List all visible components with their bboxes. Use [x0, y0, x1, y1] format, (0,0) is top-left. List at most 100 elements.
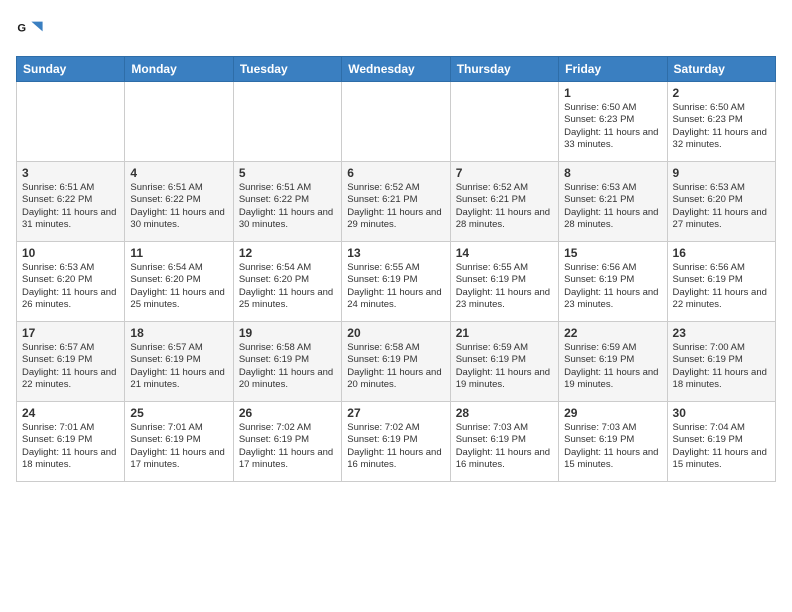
calendar-cell: 1Sunrise: 6:50 AMSunset: 6:23 PMDaylight… [559, 82, 667, 162]
calendar-cell [17, 82, 125, 162]
calendar-cell: 28 Sunrise: 7:03 AMSunset: 6:19 PMDayligh… [450, 402, 558, 482]
day-number: 23 [673, 326, 770, 340]
day-info: Sunrise: 6:53 AM [564, 182, 661, 194]
day-info: Daylight: 11 hours and 20 minutes. [347, 367, 444, 392]
day-number: 11 [130, 246, 227, 260]
calendar-header-tuesday: Tuesday [233, 57, 341, 82]
day-info: Daylight: 11 hours and 30 minutes. [130, 207, 227, 232]
day-number: 18 [130, 326, 227, 340]
day-info: Daylight: 11 hours and 24 minutes. [347, 287, 444, 312]
day-info: Daylight: 11 hours and 20 minutes. [239, 367, 336, 392]
day-number: 25 [130, 406, 227, 420]
calendar-cell: 26Sunrise: 7:02 AMSunset: 6:19 PMDayligh… [233, 402, 341, 482]
calendar-cell: 11Sunrise: 6:54 AMSunset: 6:20 PMDayligh… [125, 242, 233, 322]
day-info: Sunset: 6:20 PM [130, 274, 227, 286]
calendar-cell: 20Sunrise: 6:58 AMSunset: 6:19 PMDayligh… [342, 322, 450, 402]
day-number: 4 [130, 166, 227, 180]
day-info: Sunset: 6:19 PM [456, 434, 553, 446]
day-info: Daylight: 11 hours and 17 minutes. [239, 447, 336, 472]
day-number: 13 [347, 246, 444, 260]
day-info: Sunrise: 7:00 AM [673, 342, 770, 354]
day-info: Daylight: 11 hours and 17 minutes. [130, 447, 227, 472]
day-info: Daylight: 11 hours and 28 minutes. [456, 207, 553, 232]
day-info: Sunrise: 6:58 AM [239, 342, 336, 354]
calendar-week-row: 1Sunrise: 6:50 AMSunset: 6:23 PMDaylight… [17, 82, 776, 162]
day-info: Sunset: 6:19 PM [673, 354, 770, 366]
page-header: G [16, 16, 776, 44]
day-info: Sunrise: 6:53 AM [22, 262, 119, 274]
day-info: Daylight: 11 hours and 15 minutes. [673, 447, 770, 472]
day-info: Sunrise: 7:03 AM [564, 422, 661, 434]
day-info: Daylight: 11 hours and 22 minutes. [22, 367, 119, 392]
calendar-cell: 2Sunrise: 6:50 AMSunset: 6:23 PMDaylight… [667, 82, 775, 162]
day-info: Daylight: 11 hours and 25 minutes. [239, 287, 336, 312]
day-info: Sunset: 6:19 PM [130, 354, 227, 366]
calendar-cell: 3Sunrise: 6:51 AMSunset: 6:22 PMDaylight… [17, 162, 125, 242]
day-info: Sunset: 6:22 PM [239, 194, 336, 206]
calendar-header-saturday: Saturday [667, 57, 775, 82]
day-info: Daylight: 11 hours and 22 minutes. [673, 287, 770, 312]
day-info: Sunrise: 6:53 AM [673, 182, 770, 194]
day-info: Sunrise: 7:01 AM [130, 422, 227, 434]
day-info: Sunset: 6:19 PM [456, 274, 553, 286]
day-number: 12 [239, 246, 336, 260]
day-info: Sunset: 6:19 PM [239, 434, 336, 446]
calendar-cell: 24Sunrise: 7:01 AMSunset: 6:19 PMDayligh… [17, 402, 125, 482]
day-info: Sunset: 6:20 PM [22, 274, 119, 286]
calendar-cell: 22Sunrise: 6:59 AMSunset: 6:19 PMDayligh… [559, 322, 667, 402]
day-info: Sunrise: 7:03 AM [456, 422, 553, 434]
day-info: Sunrise: 6:55 AM [347, 262, 444, 274]
day-info: Sunrise: 6:52 AM [347, 182, 444, 194]
day-info: Sunrise: 6:52 AM [456, 182, 553, 194]
day-info: Sunset: 6:19 PM [130, 434, 227, 446]
day-info: Sunset: 6:19 PM [673, 274, 770, 286]
day-number: 14 [456, 246, 553, 260]
calendar-cell: 16Sunrise: 6:56 AMSunset: 6:19 PMDayligh… [667, 242, 775, 322]
day-number: 3 [22, 166, 119, 180]
calendar-header-sunday: Sunday [17, 57, 125, 82]
day-info: Sunset: 6:19 PM [347, 354, 444, 366]
day-number: 1 [564, 86, 661, 100]
day-number: 19 [239, 326, 336, 340]
day-info: Daylight: 11 hours and 15 minutes. [564, 447, 661, 472]
day-number: 10 [22, 246, 119, 260]
calendar-cell: 29Sunrise: 7:03 AMSunset: 6:19 PMDayligh… [559, 402, 667, 482]
logo: G [16, 16, 48, 44]
day-number: 21 [456, 326, 553, 340]
day-info: Daylight: 11 hours and 33 minutes. [564, 127, 661, 152]
day-info: Sunrise: 6:55 AM [456, 262, 553, 274]
day-number: 28 [456, 406, 553, 420]
day-info: Sunrise: 6:57 AM [130, 342, 227, 354]
day-info: Sunset: 6:19 PM [22, 354, 119, 366]
day-info: Daylight: 11 hours and 23 minutes. [456, 287, 553, 312]
day-info: Daylight: 11 hours and 23 minutes. [564, 287, 661, 312]
day-info: Sunset: 6:22 PM [22, 194, 119, 206]
day-info: Daylight: 11 hours and 31 minutes. [22, 207, 119, 232]
day-number: 17 [22, 326, 119, 340]
calendar-cell: 17Sunrise: 6:57 AMSunset: 6:19 PMDayligh… [17, 322, 125, 402]
calendar-cell: 27Sunrise: 7:02 AMSunset: 6:19 PMDayligh… [342, 402, 450, 482]
calendar-cell: 13 Sunrise: 6:55 AMSunset: 6:19 PMDayligh… [342, 242, 450, 322]
calendar-cell [342, 82, 450, 162]
day-info: Daylight: 11 hours and 19 minutes. [456, 367, 553, 392]
day-info: Sunset: 6:21 PM [564, 194, 661, 206]
day-info: Daylight: 11 hours and 21 minutes. [130, 367, 227, 392]
day-number: 24 [22, 406, 119, 420]
day-info: Sunset: 6:20 PM [673, 194, 770, 206]
calendar-cell: 9Sunrise: 6:53 AMSunset: 6:20 PMDaylight… [667, 162, 775, 242]
day-info: Sunset: 6:19 PM [456, 354, 553, 366]
day-number: 15 [564, 246, 661, 260]
svg-text:G: G [17, 22, 26, 34]
calendar-week-row: 24Sunrise: 7:01 AMSunset: 6:19 PMDayligh… [17, 402, 776, 482]
day-info: Daylight: 11 hours and 16 minutes. [456, 447, 553, 472]
calendar-header-row: SundayMondayTuesdayWednesdayThursdayFrid… [17, 57, 776, 82]
calendar-header-wednesday: Wednesday [342, 57, 450, 82]
day-number: 22 [564, 326, 661, 340]
day-number: 5 [239, 166, 336, 180]
logo-icon: G [16, 16, 44, 44]
calendar-cell: 14 Sunrise: 6:55 AMSunset: 6:19 PMDayligh… [450, 242, 558, 322]
day-info: Sunset: 6:21 PM [456, 194, 553, 206]
day-number: 6 [347, 166, 444, 180]
day-info: Sunset: 6:19 PM [347, 274, 444, 286]
day-info: Sunset: 6:20 PM [239, 274, 336, 286]
